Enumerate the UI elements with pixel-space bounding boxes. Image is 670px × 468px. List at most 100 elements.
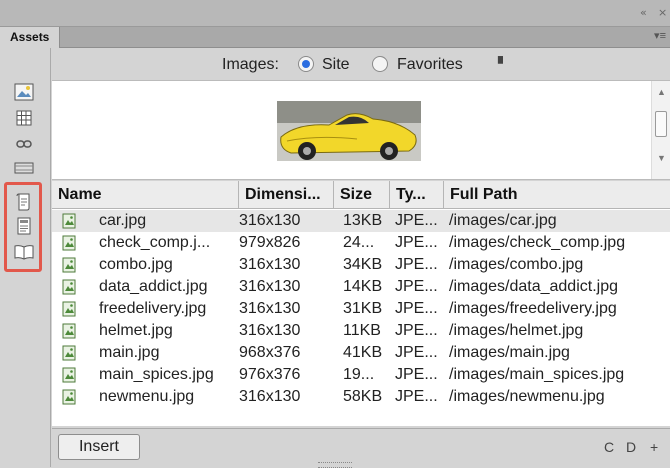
media-icon[interactable] bbox=[13, 158, 35, 178]
resize-grip[interactable] bbox=[318, 462, 352, 468]
image-file-icon bbox=[62, 367, 76, 383]
panel-bottom-bar: Insert C D + bbox=[52, 428, 670, 468]
category-highlight bbox=[4, 182, 42, 272]
table-row[interactable]: freedelivery.jpg 316x130 31KB JPE... /images… bbox=[52, 298, 670, 320]
cell-dimensions: 976x376 bbox=[239, 366, 301, 383]
cell-size: 13KB bbox=[343, 212, 383, 229]
category-sidebar bbox=[0, 48, 51, 467]
cell-dimensions: 316x130 bbox=[239, 388, 301, 405]
table-row[interactable]: helmet.jpg 316x130 11KB JPE... /images/helme… bbox=[52, 320, 670, 342]
scroll-down-icon[interactable]: ▼ bbox=[657, 153, 666, 163]
images-icon[interactable] bbox=[13, 82, 35, 102]
favorites-flag-icon[interactable]: ▘ bbox=[498, 56, 508, 72]
cell-dimensions: 979x826 bbox=[239, 234, 301, 251]
cell-full-path: /images/helmet.jpg bbox=[449, 322, 584, 339]
cell-name: helmet.jpg bbox=[99, 322, 173, 339]
cell-type: JPE... bbox=[395, 300, 438, 317]
cell-name: check_comp.j... bbox=[99, 234, 211, 251]
cell-size: 34KB bbox=[343, 256, 383, 273]
cell-full-path: /images/freedelivery.jpg bbox=[449, 300, 617, 317]
car-preview-image bbox=[277, 101, 421, 161]
cell-type: JPE... bbox=[395, 388, 438, 405]
preview-scrollbar[interactable]: ▲ ▼ bbox=[651, 81, 670, 179]
cell-dimensions: 316x130 bbox=[239, 322, 301, 339]
cell-type: JPE... bbox=[395, 366, 438, 383]
cell-type: JPE... bbox=[395, 278, 438, 295]
cell-full-path: /images/combo.jpg bbox=[449, 256, 584, 273]
image-file-icon bbox=[62, 323, 76, 339]
cell-name: newmenu.jpg bbox=[99, 388, 195, 405]
cell-name: combo.jpg bbox=[99, 256, 173, 273]
cell-dimensions: 316x130 bbox=[239, 300, 301, 317]
col-size[interactable]: Size bbox=[334, 181, 390, 208]
add-to-favorites-icon[interactable]: + bbox=[650, 439, 658, 455]
cell-name: car.jpg bbox=[99, 212, 147, 229]
urls-icon[interactable] bbox=[13, 134, 35, 154]
scroll-thumb[interactable] bbox=[655, 111, 667, 137]
image-file-icon bbox=[62, 279, 76, 295]
tab-assets[interactable]: Assets bbox=[0, 27, 60, 48]
scroll-up-icon[interactable]: ▲ bbox=[657, 87, 666, 97]
colors-icon[interactable] bbox=[13, 108, 35, 128]
close-icon[interactable]: × bbox=[658, 6, 667, 19]
assets-table: Name Dimensi... Size Ty... Full Path car… bbox=[52, 181, 670, 426]
image-file-icon bbox=[62, 345, 76, 361]
radio-site-label[interactable]: Site bbox=[322, 56, 350, 74]
cell-type: JPE... bbox=[395, 234, 438, 251]
cell-name: main.jpg bbox=[99, 344, 160, 361]
panel-title-bar: « × bbox=[0, 0, 670, 27]
col-type[interactable]: Ty... bbox=[390, 181, 444, 208]
cell-dimensions: 316x130 bbox=[239, 212, 301, 229]
filter-label: Images: bbox=[222, 56, 279, 73]
col-dimensions[interactable]: Dimensi... bbox=[239, 181, 334, 208]
cell-dimensions: 316x130 bbox=[239, 256, 301, 273]
cell-dimensions: 968x376 bbox=[239, 344, 301, 361]
table-row[interactable]: car.jpg 316x130 13KB JPE... /images/car.jpg bbox=[52, 210, 670, 232]
cell-full-path: /images/car.jpg bbox=[449, 212, 557, 229]
cell-size: 41KB bbox=[343, 344, 383, 361]
image-file-icon bbox=[62, 257, 76, 273]
cell-type: JPE... bbox=[395, 344, 438, 361]
table-row[interactable]: check_comp.j... 979x826 24... JPE... /images… bbox=[52, 232, 670, 254]
cell-size: 31KB bbox=[343, 300, 383, 317]
cell-full-path: /images/main.jpg bbox=[449, 344, 570, 361]
image-file-icon bbox=[62, 235, 76, 251]
table-row[interactable]: data_addict.jpg 316x130 14KB JPE... /images/… bbox=[52, 276, 670, 298]
image-file-icon bbox=[62, 213, 76, 229]
panel-tab-row: Assets ▾≡ bbox=[0, 27, 670, 48]
edit-icon[interactable]: D bbox=[626, 439, 636, 455]
table-header: Name Dimensi... Size Ty... Full Path bbox=[52, 181, 670, 209]
cell-full-path: /images/newmenu.jpg bbox=[449, 388, 605, 405]
table-row[interactable]: main_spices.jpg 976x376 19... JPE... /images… bbox=[52, 364, 670, 386]
table-row[interactable]: combo.jpg 316x130 34KB JPE... /images/combo.… bbox=[52, 254, 670, 276]
radio-favorites-label[interactable]: Favorites bbox=[397, 56, 463, 74]
table-row[interactable]: newmenu.jpg 316x130 58KB JPE... /images/newm… bbox=[52, 386, 670, 408]
cell-full-path: /images/check_comp.jpg bbox=[449, 234, 626, 251]
cell-name: freedelivery.jpg bbox=[99, 300, 207, 317]
panel-menu-icon[interactable]: ▾≡ bbox=[654, 29, 666, 42]
cell-size: 11KB bbox=[343, 322, 381, 339]
cell-type: JPE... bbox=[395, 256, 438, 273]
cell-type: JPE... bbox=[395, 322, 438, 339]
cell-type: JPE... bbox=[395, 212, 438, 229]
radio-site[interactable] bbox=[298, 56, 314, 72]
table-row[interactable]: main.jpg 968x376 41KB JPE... /images/main.jp… bbox=[52, 342, 670, 364]
cell-size: 14KB bbox=[343, 278, 383, 295]
cell-name: data_addict.jpg bbox=[99, 278, 208, 295]
radio-favorites[interactable] bbox=[372, 56, 388, 72]
collapse-icon[interactable]: « bbox=[640, 6, 647, 19]
image-file-icon bbox=[62, 301, 76, 317]
insert-button[interactable]: Insert bbox=[58, 434, 140, 460]
cell-full-path: /images/data_addict.jpg bbox=[449, 278, 618, 295]
cell-full-path: /images/main_spices.jpg bbox=[449, 366, 625, 383]
cell-size: 58KB bbox=[343, 388, 383, 405]
refresh-icon[interactable]: C bbox=[604, 439, 614, 455]
cell-size: 19... bbox=[343, 366, 375, 383]
cell-name: main_spices.jpg bbox=[99, 366, 214, 383]
col-full-path[interactable]: Full Path bbox=[444, 181, 670, 208]
col-name[interactable]: Name bbox=[52, 181, 239, 208]
cell-size: 24... bbox=[343, 234, 375, 251]
image-file-icon bbox=[62, 389, 76, 405]
image-preview: ▲ ▼ bbox=[52, 80, 670, 180]
image-filter: Images: Site Favorites ▘ bbox=[52, 54, 670, 76]
